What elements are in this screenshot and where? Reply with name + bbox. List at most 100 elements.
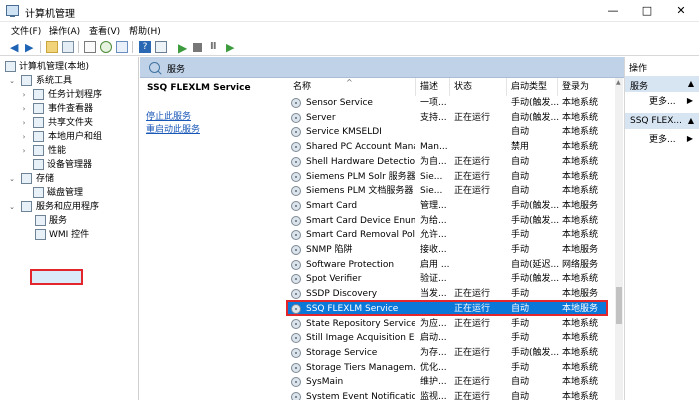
chevron-right-icon[interactable]: ▶: [687, 134, 693, 143]
service-row[interactable]: Shared PC Account Mana... Man... 禁用 本地系统: [286, 140, 615, 154]
menu-help[interactable]: 帮助(H): [129, 24, 161, 37]
scroll-thumb[interactable]: [616, 287, 622, 324]
play-icon[interactable]: ▶: [178, 41, 190, 55]
service-row[interactable]: Storage Service 为存... 正在运行 手动(触发... 本地系统: [286, 346, 615, 360]
service-name-cell: Siemens PLM Solr 服务器: [306, 171, 415, 182]
stop-service-link[interactable]: 停止此服务: [146, 109, 191, 122]
menu-action[interactable]: 操作(A): [49, 24, 80, 37]
service-row[interactable]: System Event Notification... 监视... 正在运行 自动 本…: [286, 390, 615, 400]
service-row[interactable]: Service KMSELDI 自动 本地系统: [286, 125, 615, 139]
chevron-right-icon[interactable]: ›: [20, 144, 28, 158]
service-status-cell: 正在运行: [454, 303, 491, 314]
services-table: ^ 名称 描述 状态 启动类型 登录为 Sensor Service 一项... 手…: [286, 78, 615, 400]
service-row[interactable]: SSDP Discovery 当发... 正在运行 手动 本地服务: [286, 287, 615, 301]
service-desc-cell: 优化...: [420, 362, 447, 373]
service-desc-cell: Sie...: [420, 186, 443, 197]
restart-service-link[interactable]: 重启动此服务: [146, 122, 200, 135]
gear-icon: [291, 98, 301, 108]
more-actions-selected-service[interactable]: 更多...: [649, 132, 676, 145]
column-header-description[interactable]: 描述: [416, 78, 450, 96]
maximize-button[interactable]: □: [630, 0, 664, 22]
service-row[interactable]: Smart Card Removal Poli... 允许... 手动 本地系统: [286, 228, 615, 242]
service-row[interactable]: SSQ FLEXLM Service 正在运行 自动 本地服务: [286, 302, 615, 316]
scroll-up-icon[interactable]: ▲: [616, 79, 621, 86]
service-row[interactable]: Smart Card 管理... 手动(触发... 本地服务: [286, 199, 615, 213]
service-logon-cell: 本地系统: [562, 98, 599, 108]
service-row[interactable]: Storage Tiers Managem... 优化... 手动 本地系统: [286, 361, 615, 375]
chevron-right-icon[interactable]: ▶: [687, 96, 693, 105]
disk-icon: [33, 187, 44, 198]
service-name-cell: Shell Hardware Detection: [306, 156, 415, 167]
chevron-down-icon[interactable]: ⌄: [8, 74, 16, 88]
menu-view[interactable]: 查看(V): [89, 24, 120, 37]
actions-selected-service-section[interactable]: SSQ FLEX... ▲: [625, 113, 699, 129]
service-row[interactable]: Siemens PLM 文档服务器 Sie... 正在运行 自动 本地系统: [286, 184, 615, 198]
forward-icon[interactable]: ▶: [25, 41, 37, 54]
service-row[interactable]: Shell Hardware Detection 为自... 正在运行 自动 本地系统: [286, 155, 615, 169]
service-desc-cell: 验证...: [420, 274, 447, 285]
close-button[interactable]: ✕: [664, 0, 698, 22]
chevron-right-icon[interactable]: ›: [20, 116, 28, 130]
gear-icon: [291, 112, 301, 123]
column-header-startup-type[interactable]: 启动类型: [507, 78, 558, 96]
column-header-status[interactable]: 状态: [450, 78, 507, 96]
refresh-icon[interactable]: [100, 41, 112, 53]
chevron-right-icon[interactable]: ›: [20, 88, 28, 102]
service-row[interactable]: Smart Card Device Enum... 为给... 手动(触发...本地…: [286, 214, 615, 228]
chevron-down-icon[interactable]: ⌄: [8, 172, 16, 186]
service-logon-cell: 本地服务: [562, 245, 599, 255]
column-header-name[interactable]: ^ 名称: [286, 78, 416, 96]
menu-file[interactable]: 文件(F): [11, 24, 41, 37]
export-icon[interactable]: [116, 41, 128, 53]
service-row[interactable]: Siemens PLM Solr 服务器 Sie... 正在运行 自动 本地系统: [286, 170, 615, 184]
service-startup-cell: 自动: [511, 186, 530, 197]
chevron-down-icon[interactable]: ⌄: [8, 200, 16, 214]
back-icon[interactable]: ◀: [10, 41, 22, 54]
actions-services-section[interactable]: 服务 ▲: [625, 76, 699, 92]
selected-tree-highlight: [30, 269, 83, 285]
wmi-icon: [35, 229, 46, 240]
service-row[interactable]: Sensor Service 一项... 手动(触发... 本地系统: [286, 96, 615, 110]
service-logon-cell: 本地系统: [562, 333, 599, 344]
performance-icon: [33, 145, 44, 156]
service-name-cell: State Repository Service: [306, 318, 415, 329]
service-desc-cell: 允许...: [420, 230, 447, 241]
service-desc-cell: 一项...: [420, 98, 447, 108]
service-desc-cell: 为自...: [420, 156, 447, 167]
folder-icon[interactable]: [46, 41, 58, 53]
service-name-cell: System Event Notification...: [306, 392, 415, 400]
service-row[interactable]: SysMain 维护... 正在运行 自动 本地系统: [286, 375, 615, 389]
service-status-cell: 正在运行: [454, 347, 491, 358]
column-header-logon-as[interactable]: 登录为: [558, 78, 615, 96]
service-desc-cell: 当发...: [420, 289, 447, 300]
grid-icon[interactable]: [62, 41, 74, 53]
resume-icon[interactable]: ▶: [226, 41, 238, 54]
service-row[interactable]: State Repository Service 为应... 正在运行 手动 本地系统: [286, 317, 615, 331]
pause-icon[interactable]: Ⅱ: [210, 41, 222, 53]
stop-icon[interactable]: [193, 43, 202, 52]
service-row[interactable]: Spot Verifier 验证... 手动(触发... 本地系统: [286, 272, 615, 286]
gear-icon: [291, 171, 301, 182]
chevron-right-icon[interactable]: ›: [20, 102, 28, 116]
list-icon[interactable]: [155, 41, 167, 53]
service-name-cell: Smart Card Device Enum...: [306, 215, 415, 226]
gear-icon: [291, 186, 301, 197]
service-name-cell: Storage Tiers Managem...: [306, 362, 415, 373]
service-desc-cell: 为给...: [420, 215, 447, 226]
service-startup-cell: 手动: [511, 289, 530, 300]
collapse-icon[interactable]: ▲: [688, 116, 694, 125]
service-name-cell: Still Image Acquisition Ev...: [306, 333, 415, 344]
service-row[interactable]: Server 支持... 正在运行 自动(触发... 本地系统: [286, 111, 615, 125]
service-row[interactable]: SNMP 陷阱 接收... 手动 本地服务: [286, 243, 615, 257]
service-startup-cell: 手动: [511, 230, 530, 241]
menu-bar: 文件(F) 操作(A) 查看(V) 帮助(H): [0, 22, 699, 38]
chevron-right-icon[interactable]: ›: [20, 130, 28, 144]
service-row[interactable]: Software Protection 启用 ... 自动(延迟... 网络服务: [286, 258, 615, 272]
minimize-button[interactable]: —: [596, 0, 630, 22]
service-row[interactable]: Still Image Acquisition Ev... 启动... 手动 本地系统: [286, 331, 615, 345]
help-icon[interactable]: ?: [139, 41, 151, 53]
more-actions-services[interactable]: 更多...: [649, 94, 676, 107]
collapse-icon[interactable]: ▲: [688, 79, 694, 88]
table-scrollbar[interactable]: ▲: [615, 78, 623, 400]
document-icon[interactable]: [84, 41, 96, 53]
